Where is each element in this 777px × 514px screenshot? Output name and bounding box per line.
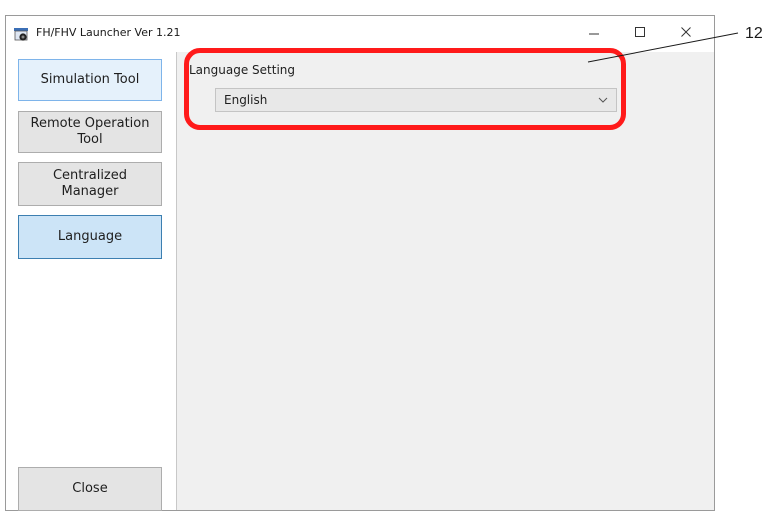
sidebar-item-label: Language (57, 229, 123, 244)
maximize-button[interactable] (617, 16, 663, 48)
sidebar: Simulation Tool Remote Operation Tool Ce… (6, 52, 177, 511)
close-button[interactable]: Close (18, 467, 162, 511)
close-icon (681, 27, 691, 37)
maximize-icon (635, 27, 645, 37)
sidebar-item-label: Remote Operation Tool (30, 116, 150, 147)
sidebar-item-label: Centralized Manager (52, 168, 128, 199)
sidebar-item-simulation-tool[interactable]: Simulation Tool (18, 59, 162, 101)
minimize-button[interactable] (571, 16, 617, 48)
close-button-label: Close (72, 481, 108, 496)
window-title: FH/FHV Launcher Ver 1.21 (36, 26, 181, 39)
minimize-icon (589, 33, 599, 35)
sidebar-item-language[interactable]: Language (18, 215, 162, 259)
language-setting-label: Language Setting (189, 63, 296, 77)
content-panel: Language Setting English (177, 52, 714, 510)
sidebar-item-label: Simulation Tool (40, 72, 140, 87)
chevron-down-icon (598, 97, 608, 103)
launcher-window: FH/FHV Launcher Ver 1.21 Simulation Tool… (5, 15, 715, 511)
language-select[interactable]: English (215, 88, 617, 112)
close-window-button[interactable] (663, 16, 709, 48)
language-select-value: English (224, 93, 268, 107)
sidebar-item-remote-operation-tool[interactable]: Remote Operation Tool (18, 111, 162, 153)
app-icon (14, 27, 32, 41)
sidebar-item-centralized-manager[interactable]: Centralized Manager (18, 162, 162, 206)
title-bar: FH/FHV Launcher Ver 1.21 (6, 16, 714, 52)
callout-number: 12 (745, 25, 763, 42)
